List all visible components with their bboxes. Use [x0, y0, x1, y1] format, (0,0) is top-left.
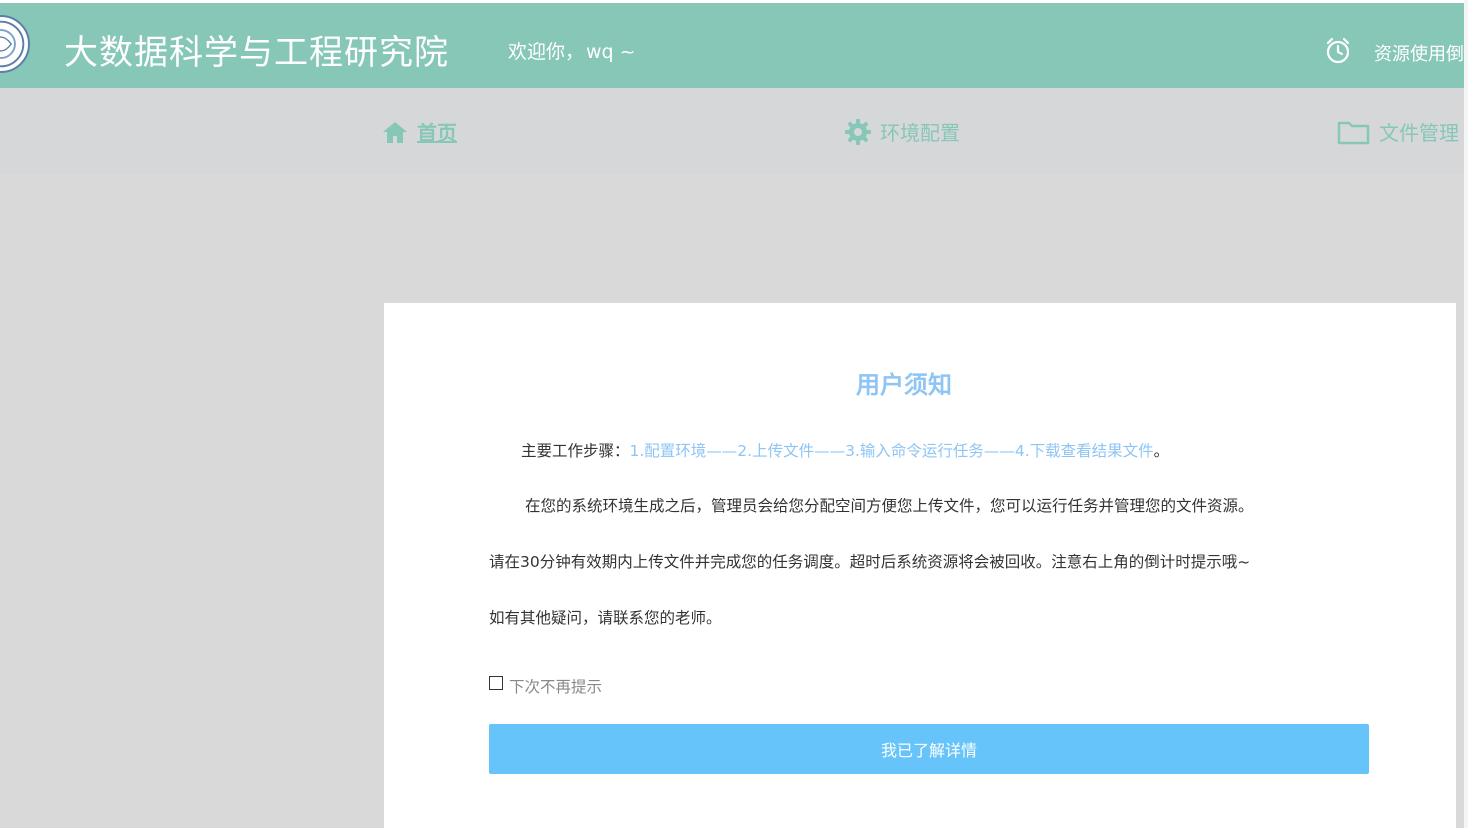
nav-item-files[interactable]: 文件管理 — [1337, 117, 1459, 146]
notice-paragraph-3: 如有其他疑问，请联系您的老师。 — [489, 609, 722, 627]
home-icon — [383, 121, 407, 143]
nav-item-environment[interactable]: 环境配置 — [844, 117, 960, 146]
window-edge — [1464, 0, 1468, 828]
main-nav: 首页 环境配置 文件管理 — [0, 88, 1468, 174]
dont-show-again-checkbox[interactable] — [489, 676, 503, 690]
nav-item-home-label: 首页 — [417, 121, 457, 145]
work-steps: 主要工作步骤：1.配置环境——2.上传文件——3.输入命令运行任务——4.下载查… — [521, 439, 1169, 461]
gear-icon — [845, 118, 871, 145]
app-header: 大数据科学与工程研究院 欢迎你，wq ~ 资源使用倒计 — [0, 3, 1468, 88]
steps-suffix: 。 — [1153, 442, 1170, 460]
welcome-text: 欢迎你， — [508, 41, 585, 63]
confirm-button[interactable]: 我已了解详情 — [489, 724, 1369, 774]
welcome-username: wq ~ — [586, 41, 636, 63]
nav-item-home[interactable]: 首页 — [381, 117, 457, 146]
steps-highlight: 1.配置环境——2.上传文件——3.输入命令运行任务——4.下载查看结果文件 — [629, 442, 1154, 460]
dont-show-again-label: 下次不再提示 — [509, 678, 603, 696]
dialog-title: 用户须知 — [856, 371, 952, 399]
nav-item-files-label: 文件管理 — [1379, 121, 1459, 145]
logo-emblem-icon — [0, 20, 25, 68]
nav-item-environment-label: 环境配置 — [880, 121, 960, 145]
resource-countdown-label[interactable]: 资源使用倒计 — [1374, 40, 1468, 66]
welcome-message: 欢迎你， wq ~ — [508, 37, 636, 64]
dont-show-again-option[interactable]: 下次不再提示 — [489, 675, 602, 697]
notice-paragraph-1: 在您的系统环境生成之后，管理员会给您分配空间方便您上传文件，您可以运行任务并管理… — [525, 497, 1254, 515]
folder-icon — [1337, 121, 1370, 144]
steps-prefix: 主要工作步骤： — [521, 442, 630, 460]
notice-paragraph-2: 请在30分钟有效期内上传文件并完成您的任务调度。超时后系统资源将会被回收。注意右… — [489, 553, 1251, 571]
institute-logo — [0, 15, 30, 73]
site-title: 大数据科学与工程研究院 — [64, 33, 449, 73]
user-notice-dialog: 用户须知 主要工作步骤：1.配置环境——2.上传文件——3.输入命令运行任务——… — [384, 303, 1456, 828]
alarm-clock-icon[interactable] — [1324, 37, 1352, 65]
